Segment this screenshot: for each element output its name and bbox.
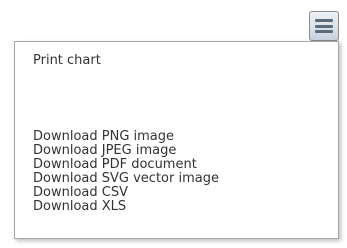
download-png-menu-item[interactable]: Download PNG image xyxy=(33,130,174,144)
chart-export-menu-area: Print chart Download PNG image Download … xyxy=(0,0,347,248)
download-xls-menu-item[interactable]: Download XLS xyxy=(33,200,126,214)
download-pdf-menu-item[interactable]: Download PDF document xyxy=(33,158,197,172)
download-jpeg-menu-item[interactable]: Download JPEG image xyxy=(33,144,176,158)
download-svg-menu-item[interactable]: Download SVG vector image xyxy=(33,172,219,186)
export-dropdown-menu: Print chart Download PNG image Download … xyxy=(14,41,339,239)
download-csv-menu-item[interactable]: Download CSV xyxy=(33,186,128,200)
chart-context-menu-button[interactable] xyxy=(309,11,339,41)
print-chart-menu-item[interactable]: Print chart xyxy=(33,54,101,68)
hamburger-icon xyxy=(315,19,333,33)
